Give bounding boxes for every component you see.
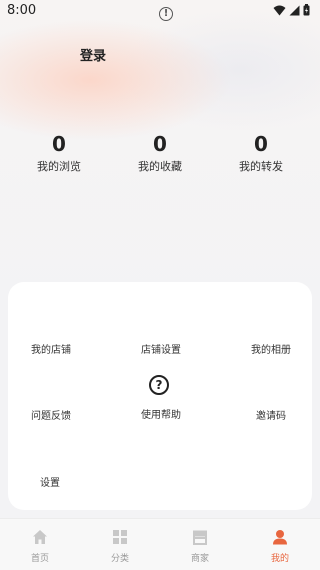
store-icon: [193, 530, 207, 545]
tab-home-label: 首页: [30, 554, 49, 564]
invite-code-item[interactable]: 邀请码: [256, 407, 286, 422]
tab-home[interactable]: 首页: [10, 529, 70, 564]
stat-shares[interactable]: 0 我的转发: [221, 132, 301, 174]
stat-browse-label: 我的浏览: [37, 160, 81, 173]
stat-favorites[interactable]: 0 我的收藏: [120, 132, 200, 174]
settings-item[interactable]: 设置: [40, 474, 60, 489]
person-icon: [273, 530, 287, 545]
shop-settings-item[interactable]: 店铺设置: [141, 341, 181, 356]
status-icons: [273, 4, 310, 16]
status-time: 8:00: [7, 3, 37, 18]
help-item[interactable]: 使用帮助: [141, 406, 181, 421]
battery-icon: [303, 4, 310, 16]
my-album-item[interactable]: 我的相册: [251, 341, 291, 356]
tab-merchant[interactable]: 商家: [170, 529, 230, 564]
status-bar: 8:00 !: [0, 0, 320, 28]
wifi-icon: [273, 5, 286, 15]
stat-favorites-label: 我的收藏: [138, 160, 182, 173]
stat-browse[interactable]: 0 我的浏览: [19, 132, 99, 174]
grid-icon: [113, 530, 127, 544]
tab-mine-label: 我的: [270, 554, 289, 564]
alert-icon: !: [159, 7, 173, 21]
tab-category[interactable]: 分类: [90, 529, 150, 564]
stat-shares-count: 0: [254, 132, 268, 156]
login-link[interactable]: 登录: [80, 45, 106, 64]
stat-browse-count: 0: [52, 132, 66, 156]
tab-mine[interactable]: 我的: [250, 529, 310, 564]
my-shop-item[interactable]: 我的店铺: [31, 341, 71, 356]
bottom-tab-bar: 首页 分类 商家 我的: [0, 518, 320, 570]
stat-shares-label: 我的转发: [239, 160, 283, 173]
help-icon[interactable]: ?: [149, 375, 169, 395]
feedback-item[interactable]: 问题反馈: [31, 407, 71, 422]
tab-merchant-label: 商家: [190, 554, 209, 564]
home-icon: [33, 530, 47, 544]
stat-favorites-count: 0: [153, 132, 167, 156]
tab-category-label: 分类: [110, 554, 129, 564]
cellular-icon: [289, 5, 300, 15]
